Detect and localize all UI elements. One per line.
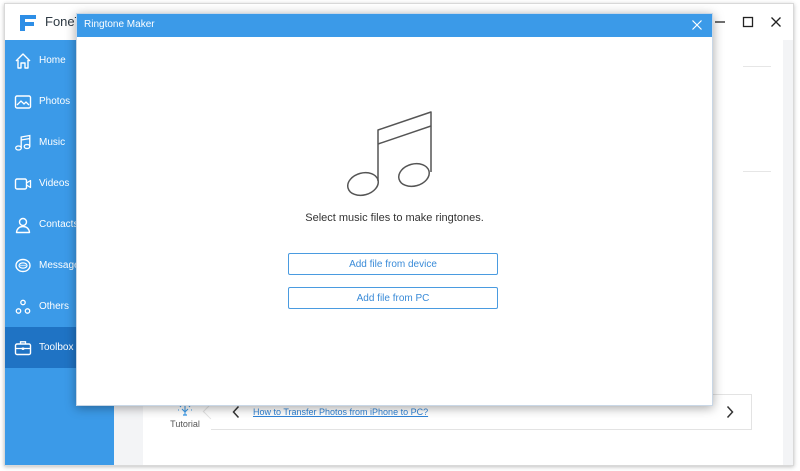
chevron-left-icon[interactable] [231,405,241,419]
select-files-prompt: Select music files to make ringtones. [305,212,484,224]
sidebar-item-label: Contacts [39,219,79,230]
sidebar-item-label: Music [39,137,66,148]
sidebar-item-label: Others [39,301,70,312]
divider [743,66,771,67]
photos-icon [13,92,33,112]
contacts-icon [13,215,33,235]
sidebar-item-label: Toolbox [39,342,74,353]
add-file-from-pc-button[interactable]: Add file from PC [288,287,498,309]
app-logo-icon [20,15,36,31]
divider [743,171,771,172]
maximize-icon [742,16,754,28]
others-icon [13,297,33,317]
tutorial-link[interactable]: How to Transfer Photos from iPhone to PC… [253,407,428,417]
tutorial-label: Tutorial [170,419,200,429]
add-file-from-device-button[interactable]: Add file from device [288,253,498,275]
music-icon [13,133,33,153]
close-icon [771,17,781,27]
close-window-button[interactable] [765,13,787,31]
tutorial-button[interactable]: Tutorial [160,403,210,429]
sidebar-item-label: Home [39,55,66,66]
maximize-button[interactable] [737,13,759,31]
close-icon[interactable] [690,18,704,32]
music-note-icon [347,111,432,197]
videos-icon [13,174,33,194]
sidebar-item-label: Photos [39,96,71,107]
ringtone-maker-dialog: Ringtone Maker Select music files to mak… [76,13,713,406]
dialog-header: Ringtone Maker [77,14,712,37]
home-icon [13,51,33,71]
window-controls [709,13,787,31]
dialog-title: Ringtone Maker [84,19,155,30]
minimize-icon [715,21,725,23]
chevron-right-icon[interactable] [725,405,735,419]
messages-icon [13,256,33,276]
sidebar-item-label: Videos [39,178,70,189]
toolbox-icon [13,338,33,358]
